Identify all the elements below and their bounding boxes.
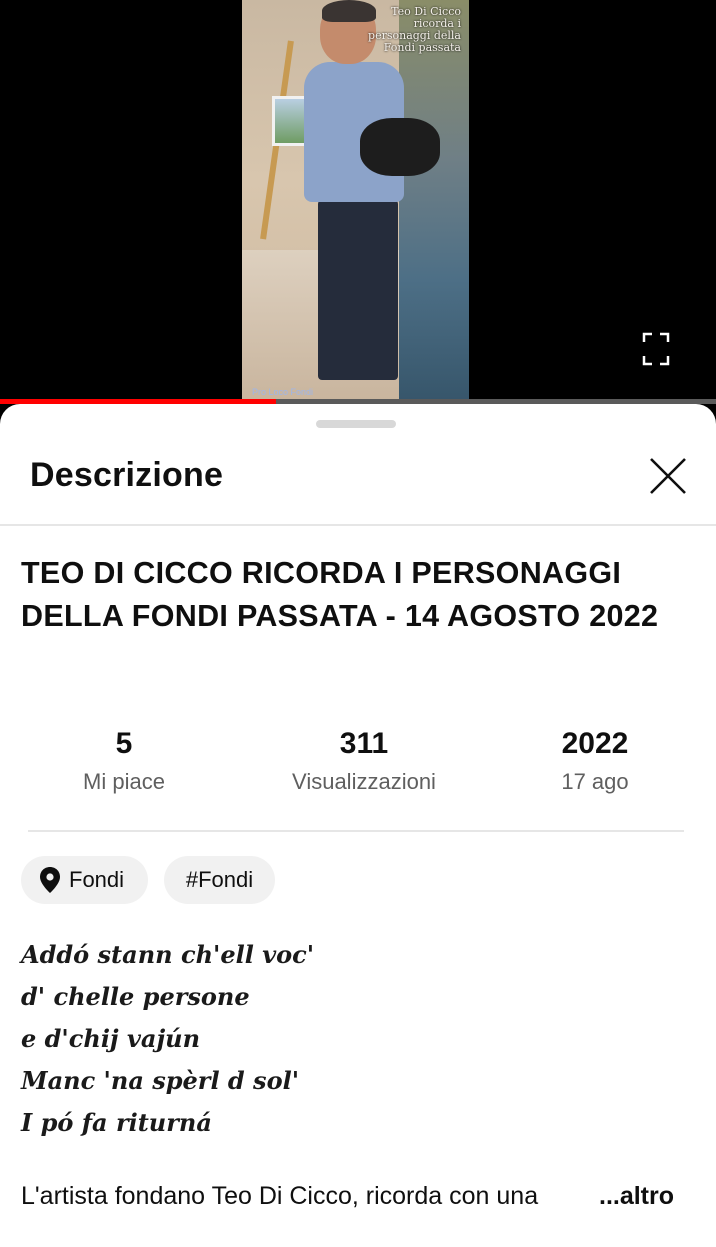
show-more-link[interactable]: ...altro bbox=[599, 1180, 674, 1212]
hashtag-chip[interactable]: #Fondi bbox=[164, 856, 275, 904]
header-divider bbox=[0, 524, 716, 526]
sheet-title: Descrizione bbox=[30, 456, 224, 494]
description-text: L'artista fondano Teo Di Cicco, ricorda … bbox=[21, 1182, 539, 1210]
video-wall-mural bbox=[399, 0, 469, 400]
views-label: Visualizzazioni bbox=[292, 769, 436, 794]
video-person-bag bbox=[360, 118, 440, 176]
likes-count: 5 bbox=[115, 727, 133, 760]
views-count: 311 bbox=[339, 727, 389, 760]
video-overlay-caption: Teo Di Cicco ricorda i personaggi della … bbox=[368, 5, 461, 54]
poem-line: Addó stann ch'ell voc' bbox=[21, 940, 315, 969]
video-person-legs bbox=[318, 200, 398, 380]
location-pin-icon bbox=[40, 867, 60, 893]
publish-year: 2022 bbox=[561, 727, 629, 760]
publish-day: 17 ago bbox=[561, 769, 629, 794]
poem-line: d' chelle persone bbox=[21, 982, 250, 1011]
likes-label: Mi piace bbox=[83, 769, 165, 794]
description-poem: Addó stann ch'ell voc' d' chelle persone… bbox=[21, 934, 681, 1144]
video-watermark: Pro Loco Fondi bbox=[252, 387, 314, 397]
date-stat: 2022 17 ago bbox=[514, 726, 676, 796]
views-stat: 311 Visualizzazioni bbox=[254, 726, 474, 796]
location-chip[interactable]: Fondi bbox=[21, 856, 148, 904]
stats-divider bbox=[28, 830, 684, 832]
poem-line: I pó fa riturná bbox=[21, 1108, 212, 1137]
likes-stat: 5 Mi piace bbox=[44, 726, 204, 796]
video-player[interactable]: Teo Di Cicco ricorda i personaggi della … bbox=[0, 0, 716, 404]
close-icon bbox=[650, 458, 686, 494]
close-button[interactable] bbox=[646, 454, 690, 498]
location-chip-label: Fondi bbox=[69, 867, 125, 892]
fullscreen-button[interactable] bbox=[638, 328, 674, 370]
drag-handle[interactable] bbox=[316, 420, 396, 428]
stats-row: 5 Mi piace 311 Visualizzazioni 2022 17 a… bbox=[0, 726, 716, 806]
video-title: TEO DI CICCO RICORDA I PERSONAGGI DELLA … bbox=[21, 556, 659, 633]
hashtag-chip-label: #Fondi bbox=[185, 867, 254, 892]
video-frame[interactable]: Teo Di Cicco ricorda i personaggi della … bbox=[242, 0, 469, 400]
poem-line: e d'chij vajún bbox=[21, 1024, 201, 1053]
poem-line: Manc 'na spèrl d sol' bbox=[21, 1066, 300, 1095]
description-sheet: Descrizione TEO DI CICCO RICORDA I PERSO… bbox=[0, 404, 716, 1247]
fullscreen-icon bbox=[642, 332, 670, 366]
